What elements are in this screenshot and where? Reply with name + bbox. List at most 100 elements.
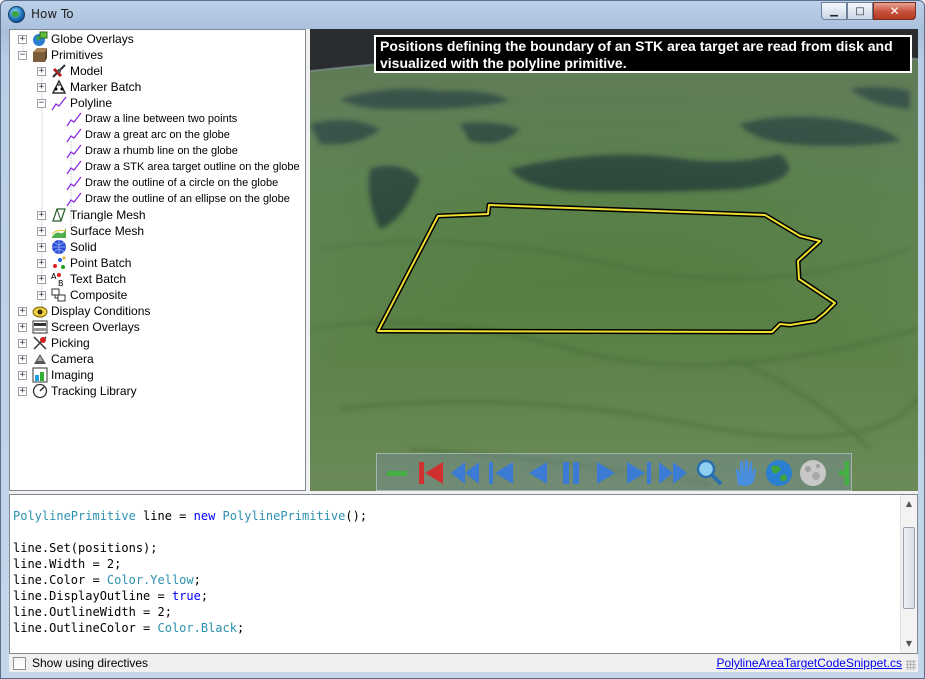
tree-item[interactable]: Draw the outline of a circle on the glob…	[66, 175, 278, 191]
tree-item[interactable]: Draw the outline of an ellipse on the gl…	[66, 191, 290, 207]
tree-item[interactable]: + Picking	[18, 335, 90, 351]
tree-item[interactable]: + Display Conditions	[18, 303, 150, 319]
tree-item[interactable]: + Point Batch	[37, 255, 131, 271]
scroll-down-icon[interactable]: ▼	[904, 639, 914, 649]
expand-icon[interactable]: +	[37, 242, 46, 252]
code-text: line =	[135, 509, 194, 523]
code-line: PolylinePrimitive line = new PolylinePri…	[13, 508, 367, 524]
step-forward-button[interactable]	[623, 457, 655, 489]
tree-item[interactable]: Draw a great arc on the globe	[66, 127, 230, 143]
expand-icon[interactable]: +	[37, 290, 46, 300]
play-button[interactable]	[589, 457, 621, 489]
pan-button[interactable]	[729, 457, 761, 489]
earth-button[interactable]	[763, 457, 795, 489]
tree-item[interactable]: + Camera	[18, 351, 94, 367]
expand-icon[interactable]: +	[37, 226, 46, 236]
minimize-icon: ▁	[830, 5, 838, 17]
triangle-mesh-icon	[51, 207, 67, 223]
tree-item[interactable]: − Primitives	[18, 47, 103, 63]
globe-view[interactable]: Positions defining the boundary of an ST…	[310, 29, 918, 491]
resize-grip[interactable]	[906, 660, 916, 670]
tree-item[interactable]: + A B Text Batch	[37, 271, 126, 288]
fast-rewind-icon	[451, 462, 479, 484]
tree-item[interactable]: + Globe Overlays	[18, 31, 134, 47]
fast-forward-button[interactable]	[657, 457, 689, 489]
tree-item[interactable]: Draw a rhumb line on the globe	[66, 143, 238, 159]
tree-item-label: Draw a STK area target outline on the gl…	[85, 161, 300, 173]
tree-item-label: Point Batch	[70, 256, 132, 270]
moon-icon	[800, 460, 826, 486]
code-type: PolylinePrimitive	[13, 509, 136, 523]
zoom-in-button[interactable]	[831, 457, 849, 489]
status-bar: Show using directives PolylineAreaTarget…	[9, 654, 918, 672]
expand-icon[interactable]: +	[37, 66, 46, 76]
window-title: How To	[31, 7, 74, 21]
expand-icon[interactable]: +	[37, 258, 46, 268]
tree-item[interactable]: + Imaging	[18, 367, 94, 383]
camera-icon	[32, 351, 48, 367]
step-forward-icon	[627, 462, 651, 484]
surface-mesh-icon	[51, 223, 67, 239]
play-backward-button[interactable]	[521, 457, 553, 489]
tree-item[interactable]: + Composite	[37, 287, 127, 303]
globe-icon	[8, 6, 25, 23]
code-snippet-panel[interactable]: ▲ ▼ PolylinePrimitive line = new Polylin…	[9, 494, 918, 654]
scroll-up-icon[interactable]: ▲	[904, 499, 914, 509]
earth-icon	[766, 460, 792, 486]
expand-icon[interactable]: +	[18, 354, 27, 364]
show-directives-label[interactable]: Show using directives	[32, 656, 148, 670]
tree-item[interactable]: + Surface Mesh	[37, 223, 144, 239]
tree-item[interactable]: Draw a line between two points	[66, 111, 237, 127]
expand-icon[interactable]: +	[18, 34, 27, 44]
collapse-icon[interactable]: −	[18, 50, 27, 60]
tree-item[interactable]: + Tracking Library	[18, 383, 137, 399]
atmosphere-haze	[310, 29, 918, 491]
moon-button[interactable]	[797, 457, 829, 489]
minimize-button[interactable]: ▁	[821, 2, 847, 20]
title-bar[interactable]: How To ▁ □ ✕	[1, 1, 924, 29]
tree-item[interactable]: + Triangle Mesh	[37, 207, 146, 223]
close-icon: ✕	[889, 4, 900, 18]
expand-icon[interactable]: +	[18, 322, 27, 332]
expand-icon[interactable]: +	[18, 370, 27, 380]
pause-button[interactable]	[555, 457, 587, 489]
marker-batch-icon	[51, 79, 67, 95]
maximize-icon: □	[855, 5, 865, 17]
source-file-link[interactable]: PolylineAreaTargetCodeSnippet.cs	[717, 656, 902, 670]
samples-tree[interactable]: + Globe Overlays − Primitives + Model + Marker …	[9, 29, 306, 491]
info-overlay: Positions defining the boundary of an ST…	[374, 35, 912, 73]
code-line: line.Color = Color.Yellow;	[13, 572, 201, 588]
expand-icon[interactable]: +	[37, 274, 46, 284]
expand-icon[interactable]: +	[37, 82, 46, 92]
vertical-scrollbar[interactable]: ▲ ▼	[900, 495, 917, 653]
expand-icon[interactable]: +	[18, 338, 27, 348]
tree-item[interactable]: + Solid	[37, 239, 97, 255]
close-button[interactable]: ✕	[873, 2, 916, 20]
step-back-button[interactable]	[485, 457, 517, 489]
tree-item[interactable]: + Screen Overlays	[18, 319, 140, 335]
text-batch-icon: AB	[51, 271, 67, 288]
rewind-button[interactable]	[449, 457, 481, 489]
tree-item-label: Picking	[51, 336, 90, 350]
collapse-icon[interactable]: −	[37, 98, 46, 108]
show-directives-checkbox[interactable]	[13, 657, 26, 670]
maximize-button[interactable]: □	[847, 2, 873, 20]
tree-item[interactable]: Draw a STK area target outline on the gl…	[66, 159, 300, 175]
fast-forward-icon	[659, 462, 687, 484]
code-type: PolylinePrimitive	[222, 509, 346, 523]
scroll-thumb[interactable]	[903, 527, 915, 609]
tree-item[interactable]: + Model	[37, 63, 103, 79]
polyline-icon	[66, 175, 82, 191]
expand-icon[interactable]: +	[18, 306, 27, 316]
reset-button[interactable]	[415, 457, 447, 489]
tree-item[interactable]: − Polyline	[37, 95, 112, 111]
tree-item-label: Tracking Library	[51, 384, 137, 398]
zoom-out-button[interactable]	[381, 457, 413, 489]
tracking-library-icon	[32, 383, 48, 399]
zoom-button[interactable]	[693, 457, 725, 489]
expand-icon[interactable]: +	[18, 386, 27, 396]
expand-icon[interactable]: +	[37, 210, 46, 220]
polyline-icon	[66, 159, 82, 175]
tree-item[interactable]: + Marker Batch	[37, 79, 141, 95]
